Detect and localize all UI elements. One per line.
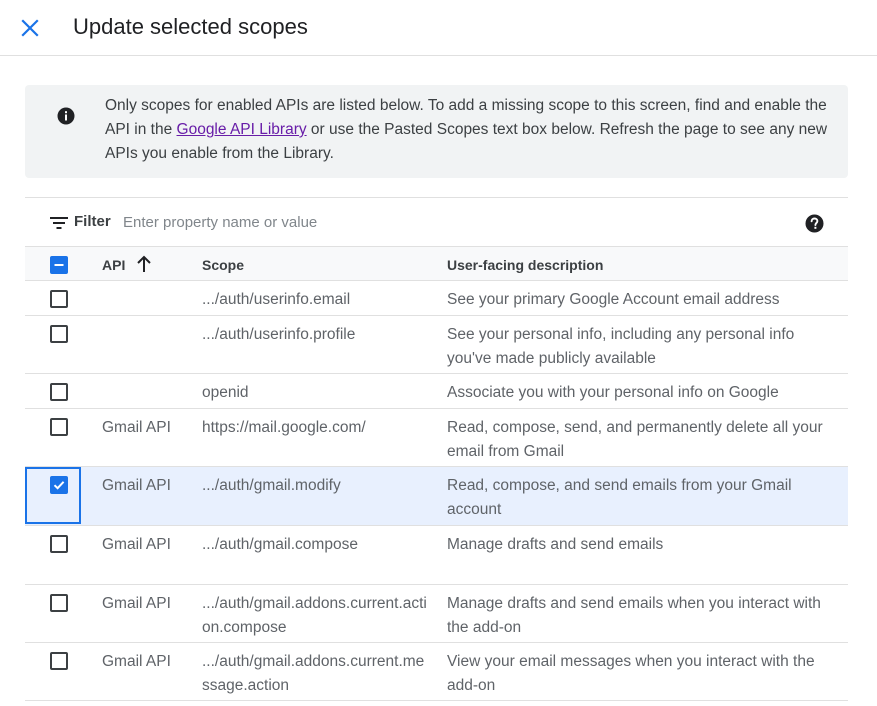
- row-api: Gmail API: [102, 536, 171, 553]
- column-header-api[interactable]: API: [102, 256, 125, 274]
- close-icon: [21, 19, 39, 37]
- table-row-selected[interactable]: Gmail API .../auth/gmail.modify Read, co…: [25, 467, 848, 526]
- column-header-scope[interactable]: Scope: [202, 256, 244, 274]
- row-scope: openid: [202, 384, 249, 401]
- info-text: Only scopes for enabled APIs are listed …: [105, 94, 835, 166]
- info-icon: [57, 107, 75, 125]
- row-scope: .../auth/gmail.modify: [202, 477, 341, 494]
- row-description: Read, compose, send, and permanently del…: [447, 419, 823, 460]
- row-checkbox[interactable]: [50, 418, 68, 436]
- filter-bar: Filter: [25, 197, 848, 247]
- row-scope: .../auth/gmail.compose: [202, 536, 358, 553]
- table-row[interactable]: Gmail API .../auth/gmail.addons.current.…: [25, 643, 848, 701]
- select-all-checkbox[interactable]: [50, 256, 68, 274]
- table-row[interactable]: .../auth/userinfo.email See your primary…: [25, 281, 848, 316]
- row-api: Gmail API: [102, 653, 171, 670]
- table-row[interactable]: Gmail API https://mail.google.com/ Read,…: [25, 409, 848, 467]
- table-row[interactable]: Gmail API .../auth/gmail.compose Manage …: [25, 526, 848, 585]
- row-checkbox[interactable]: [50, 290, 68, 308]
- row-checkbox[interactable]: [50, 652, 68, 670]
- row-scope: .../auth/gmail.addons.current.message.ac…: [202, 653, 425, 694]
- table-row[interactable]: .../auth/userinfo.profile See your perso…: [25, 316, 848, 374]
- row-description: Associate you with your personal info on…: [447, 384, 779, 401]
- row-description: Read, compose, and send emails from your…: [447, 477, 792, 518]
- filter-label: Filter: [74, 213, 111, 230]
- indeterminate-icon: [54, 264, 64, 266]
- row-description: Manage drafts and send emails when you i…: [447, 595, 821, 636]
- row-scope: .../auth/gmail.addons.current.action.com…: [202, 595, 427, 636]
- sort-arrow-up-icon[interactable]: [136, 255, 152, 273]
- row-description: See your primary Google Account email ad…: [447, 291, 780, 308]
- row-api: Gmail API: [102, 595, 171, 612]
- google-api-library-link[interactable]: Google API Library: [177, 121, 307, 138]
- page-title: Update selected scopes: [73, 14, 308, 39]
- row-checkbox[interactable]: [50, 325, 68, 343]
- close-button[interactable]: [16, 14, 44, 42]
- row-api: Gmail API: [102, 419, 171, 436]
- checkmark-icon: [53, 481, 65, 490]
- info-banner: Only scopes for enabled APIs are listed …: [25, 85, 848, 178]
- help-icon[interactable]: [805, 214, 824, 233]
- row-scope: .../auth/userinfo.profile: [202, 326, 356, 343]
- row-checkbox[interactable]: [50, 535, 68, 553]
- filter-icon: [50, 217, 68, 229]
- scopes-table: API Scope User-facing description .../au…: [25, 246, 848, 701]
- table-row[interactable]: openid Associate you with your personal …: [25, 374, 848, 409]
- row-checkbox[interactable]: [50, 594, 68, 612]
- row-description: View your email messages when you intera…: [447, 653, 815, 694]
- table-row[interactable]: Gmail API .../auth/gmail.addons.current.…: [25, 585, 848, 643]
- row-scope: https://mail.google.com/: [202, 419, 366, 436]
- row-api: Gmail API: [102, 477, 171, 494]
- filter-input[interactable]: [123, 210, 773, 234]
- row-scope: .../auth/userinfo.email: [202, 291, 351, 308]
- row-description: Manage drafts and send emails: [447, 536, 664, 553]
- row-checkbox-checked[interactable]: [50, 476, 68, 494]
- row-checkbox[interactable]: [50, 383, 68, 401]
- column-header-description[interactable]: User-facing description: [447, 256, 603, 274]
- row-description: See your personal info, including any pe…: [447, 326, 795, 367]
- dialog-header: Update selected scopes: [0, 0, 877, 56]
- table-header-row: API Scope User-facing description: [25, 246, 848, 281]
